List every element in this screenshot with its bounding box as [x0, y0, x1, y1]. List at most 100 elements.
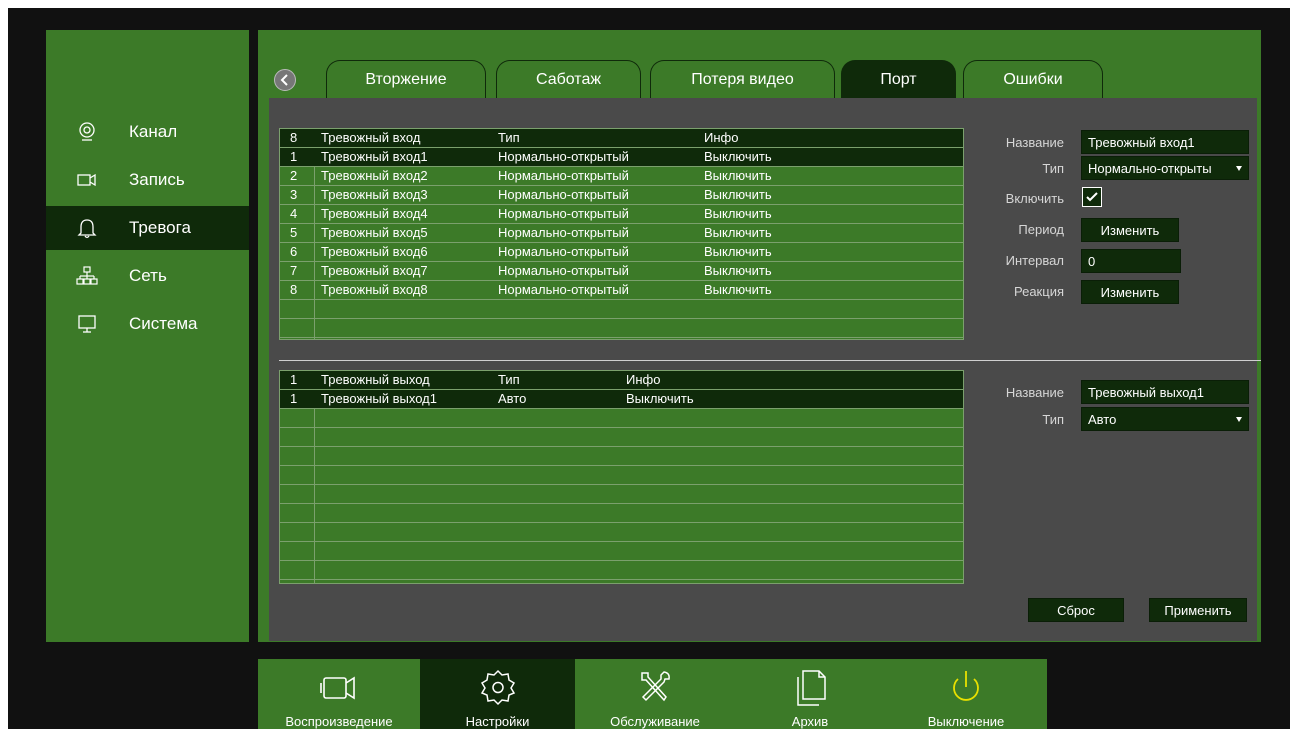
empty-row [280, 504, 963, 523]
header-cell: Тревожный вход [321, 130, 421, 145]
input-name-field[interactable]: Тревожный вход1 [1081, 130, 1249, 154]
name-label: Название [1005, 135, 1064, 150]
enable-checkbox[interactable] [1082, 187, 1102, 207]
interval-input[interactable]: 0 [1081, 249, 1181, 273]
button-label: Изменить [1100, 284, 1160, 300]
row-cell: Нормально-открытый [498, 282, 629, 297]
enable-label: Включить [1005, 191, 1064, 206]
table-row[interactable]: 6 Тревожный вход6 Нормально-открытый Вык… [280, 243, 963, 262]
header-cell: Тип [498, 372, 520, 387]
empty-row [280, 409, 963, 428]
row-cell: Нормально-открытый [498, 263, 629, 278]
bottom-item-playback[interactable]: Воспроизведение [258, 659, 420, 729]
table-row[interactable]: 8 Тревожный вход8 Нормально-открытый Вык… [280, 281, 963, 300]
bottom-item-archive[interactable]: Архив [735, 659, 885, 729]
reaction-edit-button[interactable]: Изменить [1081, 280, 1179, 304]
tools-icon [634, 667, 676, 707]
network-icon [76, 265, 98, 287]
tab-video-loss[interactable]: Потеря видео [650, 60, 835, 98]
empty-row [280, 466, 963, 485]
table-row[interactable]: 7 Тревожный вход7 Нормально-открытый Вык… [280, 262, 963, 281]
bottom-item-settings[interactable]: Настройки [420, 659, 575, 729]
tab-errors[interactable]: Ошибки [963, 60, 1103, 98]
reaction-label: Реакция [1014, 284, 1064, 299]
interval-label: Интервал [1005, 253, 1064, 268]
empty-row [280, 561, 963, 580]
sidebar-item-label: Запись [129, 170, 185, 189]
camera-lens-icon [76, 121, 98, 143]
power-icon [945, 667, 987, 707]
bottom-item-maintenance[interactable]: Обслуживание [575, 659, 735, 729]
empty-row [280, 542, 963, 561]
header-cell: 8 [290, 130, 298, 145]
sidebar-item-record[interactable]: Запись [46, 158, 249, 202]
row-cell: Выключить [704, 282, 772, 297]
sidebar-item-system[interactable]: Система [46, 302, 249, 346]
row-cell: Тревожный выход1 [321, 391, 437, 406]
apply-button[interactable]: Применить [1149, 598, 1247, 622]
empty-row [280, 447, 963, 466]
bottom-item-shutdown[interactable]: Выключение [885, 659, 1047, 729]
dvr-screen: Канал Запись Тревога Сеть Система Вторже… [8, 8, 1290, 729]
empty-row [280, 523, 963, 542]
table-row[interactable]: 4 Тревожный вход4 Нормально-открытый Вык… [280, 205, 963, 224]
table-row[interactable]: 1 Тревожный вход1 Нормально-открытый Вык… [280, 148, 963, 167]
row-cell: Нормально-открытый [498, 187, 629, 202]
video-camera-icon [318, 667, 360, 707]
bottom-item-label: Архив [791, 714, 829, 729]
period-edit-button[interactable]: Изменить [1081, 218, 1179, 242]
type-label: Тип [1042, 412, 1064, 427]
input-type-select[interactable]: Нормально-открыты [1081, 156, 1249, 180]
table-header: 1 Тревожный выход Тип Инфо [280, 371, 963, 390]
reset-button[interactable]: Сброс [1028, 598, 1124, 622]
type-label: Тип [1042, 161, 1064, 176]
back-button[interactable] [274, 69, 296, 91]
table-row[interactable]: 2 Тревожный вход2 Нормально-открытый Вык… [280, 167, 963, 186]
monitor-icon [76, 313, 98, 335]
bottom-item-label: Воспроизведение [285, 714, 393, 729]
chevron-down-icon [1236, 166, 1242, 171]
row-cell: Тревожный вход5 [321, 225, 428, 240]
row-cell: Нормально-открытый [498, 244, 629, 259]
sidebar-item-alarm[interactable]: Тревога [46, 206, 249, 250]
bell-icon [76, 217, 98, 239]
table-row[interactable]: 3 Тревожный вход3 Нормально-открытый Вык… [280, 186, 963, 205]
row-cell: 6 [290, 244, 298, 259]
row-cell: Авто [498, 391, 527, 406]
table-row[interactable]: 1 Тревожный выход1 Авто Выключить [280, 390, 963, 409]
tab-tamper[interactable]: Саботаж [496, 60, 641, 98]
row-cell: Нормально-открытый [498, 149, 629, 164]
row-cell: 8 [290, 282, 298, 297]
row-cell: Выключить [704, 168, 772, 183]
row-cell: Тревожный вход7 [321, 263, 428, 278]
empty-row [280, 300, 963, 319]
row-cell: 7 [290, 263, 298, 278]
row-cell: Нормально-открытый [498, 225, 629, 240]
row-cell: 4 [290, 206, 298, 221]
bottom-menu-bar: Воспроизведение Настройки Обслуживание А… [258, 659, 1047, 729]
row-cell: 3 [290, 187, 298, 202]
row-cell: 1 [290, 149, 298, 164]
sidebar-item-channel[interactable]: Канал [46, 110, 249, 154]
tab-label: Ошибки [1003, 70, 1063, 88]
output-type-select[interactable]: Авто [1081, 407, 1249, 431]
table-header: 8 Тревожный вход Тип Инфо [280, 129, 963, 148]
alarm-outputs-table: 1 Тревожный выход Тип Инфо 1 Тревожный в… [279, 370, 964, 584]
empty-row [280, 428, 963, 447]
output-name-field[interactable]: Тревожный выход1 [1081, 380, 1249, 404]
files-icon [789, 667, 831, 707]
tab-intrusion[interactable]: Вторжение [326, 60, 486, 98]
content-area: 8 Тревожный вход Тип Инфо 1 Тревожный вх… [269, 98, 1257, 641]
sidebar-item-network[interactable]: Сеть [46, 254, 249, 298]
tab-port[interactable]: Порт [841, 60, 956, 98]
table-row[interactable]: 5 Тревожный вход5 Нормально-открытый Вык… [280, 224, 963, 243]
row-cell: Тревожный вход1 [321, 149, 428, 164]
sidebar-item-label: Канал [129, 122, 178, 141]
row-cell: Тревожный вход8 [321, 282, 428, 297]
row-cell: Выключить [704, 263, 772, 278]
empty-row [280, 319, 963, 338]
name-label: Название [1005, 385, 1064, 400]
tab-label: Потеря видео [691, 70, 794, 88]
header-cell: Тревожный выход [321, 372, 430, 387]
row-cell: Тревожный вход3 [321, 187, 428, 202]
